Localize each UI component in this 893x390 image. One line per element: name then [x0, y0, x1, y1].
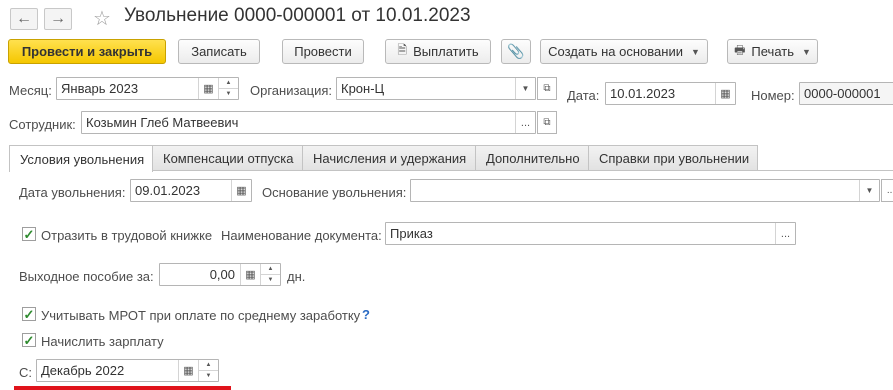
tab-certificates[interactable]: Справки при увольнении: [588, 145, 758, 170]
print-label: Печать: [751, 44, 794, 59]
paperclip-icon: 📎: [507, 43, 525, 59]
tab-dismissal-terms[interactable]: Условия увольнения: [9, 145, 153, 172]
print-button[interactable]: 🖶 Печать ▼: [727, 39, 818, 64]
spin-up-icon[interactable]: ▲: [199, 360, 218, 371]
calendar-icon[interactable]: ▦: [198, 78, 218, 99]
spin-down-icon[interactable]: ▼: [219, 89, 238, 99]
from-period-field[interactable]: Декабрь 2022 ▦ ▲ ▼: [36, 359, 219, 382]
select-ellipsis-icon[interactable]: ...: [775, 223, 795, 244]
spin-down-icon[interactable]: ▼: [199, 371, 218, 381]
from-label: С:: [19, 365, 32, 380]
printer-icon: 🖶: [734, 43, 746, 57]
page-title: Увольнение 0000-000001 от 10.01.2023: [124, 5, 471, 26]
month-spinner[interactable]: ▲ ▼: [218, 78, 238, 99]
pay-label: Выплатить: [413, 44, 479, 59]
number-label: Номер:: [751, 88, 795, 103]
arrow-left-icon: ←: [16, 10, 32, 27]
reason-label: Основание увольнения:: [262, 185, 407, 200]
dismissal-date-value: 09.01.2023: [135, 183, 201, 198]
spin-up-icon[interactable]: ▲: [219, 78, 238, 89]
open-employee-icon[interactable]: ⧉: [537, 111, 557, 134]
spin-down-icon[interactable]: ▼: [261, 275, 280, 285]
attach-button[interactable]: 📎: [501, 39, 531, 64]
create-based-label: Создать на основании: [548, 44, 683, 59]
create-based-on-button[interactable]: Создать на основании ▼: [540, 39, 708, 64]
calendar-icon[interactable]: ▦: [231, 180, 251, 201]
severance-unit: дн.: [287, 269, 306, 284]
severance-field[interactable]: 0,00 ▦ ▲ ▼: [159, 263, 281, 286]
calendar-icon[interactable]: ▦: [715, 83, 735, 104]
dismissal-date-field[interactable]: 09.01.2023 ▦: [130, 179, 252, 202]
pay-button[interactable]: 🗎 Выплатить: [385, 39, 491, 64]
organization-field[interactable]: Крон-Ц ▼: [336, 77, 536, 100]
select-ellipsis-icon[interactable]: ...: [515, 112, 535, 133]
document-icon: 🗎: [397, 43, 408, 57]
severance-spinner[interactable]: ▲ ▼: [260, 264, 280, 285]
date-label: Дата:: [567, 88, 600, 103]
open-organization-icon[interactable]: ⧉: [537, 77, 557, 100]
month-value: Январь 2023: [61, 81, 139, 96]
organization-value: Крон-Ц: [341, 81, 385, 96]
checkmark-icon: ✓: [23, 332, 35, 348]
reason-field[interactable]: ▼: [410, 179, 880, 202]
workbook-label[interactable]: Отразить в трудовой книжке: [41, 228, 212, 243]
from-period-spinner[interactable]: ▲ ▼: [198, 360, 218, 381]
organization-label: Организация:: [250, 83, 333, 98]
chevron-down-icon: ▼: [802, 46, 811, 57]
tab-bar: Условия увольнения Компенсации отпуска Н…: [9, 145, 758, 172]
month-field[interactable]: Январь 2023 ▦ ▲ ▼: [56, 77, 239, 100]
dismissal-date-label: Дата увольнения:: [19, 185, 126, 200]
employee-value: Козьмин Глеб Матвеевич: [86, 115, 239, 130]
arrow-right-icon: →: [50, 10, 66, 27]
tab-accruals-deductions[interactable]: Начисления и удержания: [302, 145, 476, 170]
tab-vacation-compensation[interactable]: Компенсации отпуска: [152, 145, 303, 170]
month-label: Месяц:: [9, 83, 52, 98]
employee-label: Сотрудник:: [9, 117, 76, 132]
mrot-label[interactable]: Учитывать МРОТ при оплате по среднему за…: [41, 308, 360, 323]
date-field[interactable]: 10.01.2023 ▦: [605, 82, 736, 105]
post-button[interactable]: Провести: [282, 39, 364, 64]
number-value: 0000-000001: [804, 86, 881, 101]
document-name-value: Приказ: [390, 226, 433, 241]
forward-button[interactable]: →: [44, 8, 72, 30]
save-button[interactable]: Записать: [178, 39, 260, 64]
chevron-down-icon: ▼: [690, 46, 700, 57]
tab-additional[interactable]: Дополнительно: [475, 145, 589, 170]
from-period-value: Декабрь 2022: [41, 363, 125, 378]
select-ellipsis-icon[interactable]: ...: [881, 179, 893, 202]
spin-up-icon[interactable]: ▲: [261, 264, 280, 275]
calculator-icon[interactable]: ▦: [240, 264, 260, 285]
post-and-close-button[interactable]: Провести и закрыть: [8, 39, 166, 64]
mrot-checkbox[interactable]: ✓: [22, 307, 36, 321]
highlight-underline: [14, 386, 231, 390]
workbook-checkbox[interactable]: ✓: [22, 227, 36, 241]
calendar-icon[interactable]: ▦: [178, 360, 198, 381]
severance-label: Выходное пособие за:: [19, 269, 154, 284]
severance-value: 0,00: [209, 267, 235, 282]
dropdown-icon[interactable]: ▼: [515, 78, 535, 99]
dropdown-icon[interactable]: ▼: [859, 180, 879, 201]
document-name-field[interactable]: Приказ ...: [385, 222, 796, 245]
accrue-checkbox[interactable]: ✓: [22, 333, 36, 347]
date-value: 10.01.2023: [610, 86, 676, 101]
employee-field[interactable]: Козьмин Глеб Матвеевич ...: [81, 111, 536, 134]
checkmark-icon: ✓: [23, 226, 35, 242]
document-name-label: Наименование документа:: [221, 228, 382, 243]
help-icon[interactable]: ?: [362, 307, 370, 322]
back-button[interactable]: ←: [10, 8, 38, 30]
number-field[interactable]: 0000-000001: [799, 82, 893, 105]
favorite-star-icon[interactable]: ☆: [93, 6, 111, 31]
checkmark-icon: ✓: [23, 306, 35, 322]
accrue-label[interactable]: Начислить зарплату: [41, 334, 164, 349]
